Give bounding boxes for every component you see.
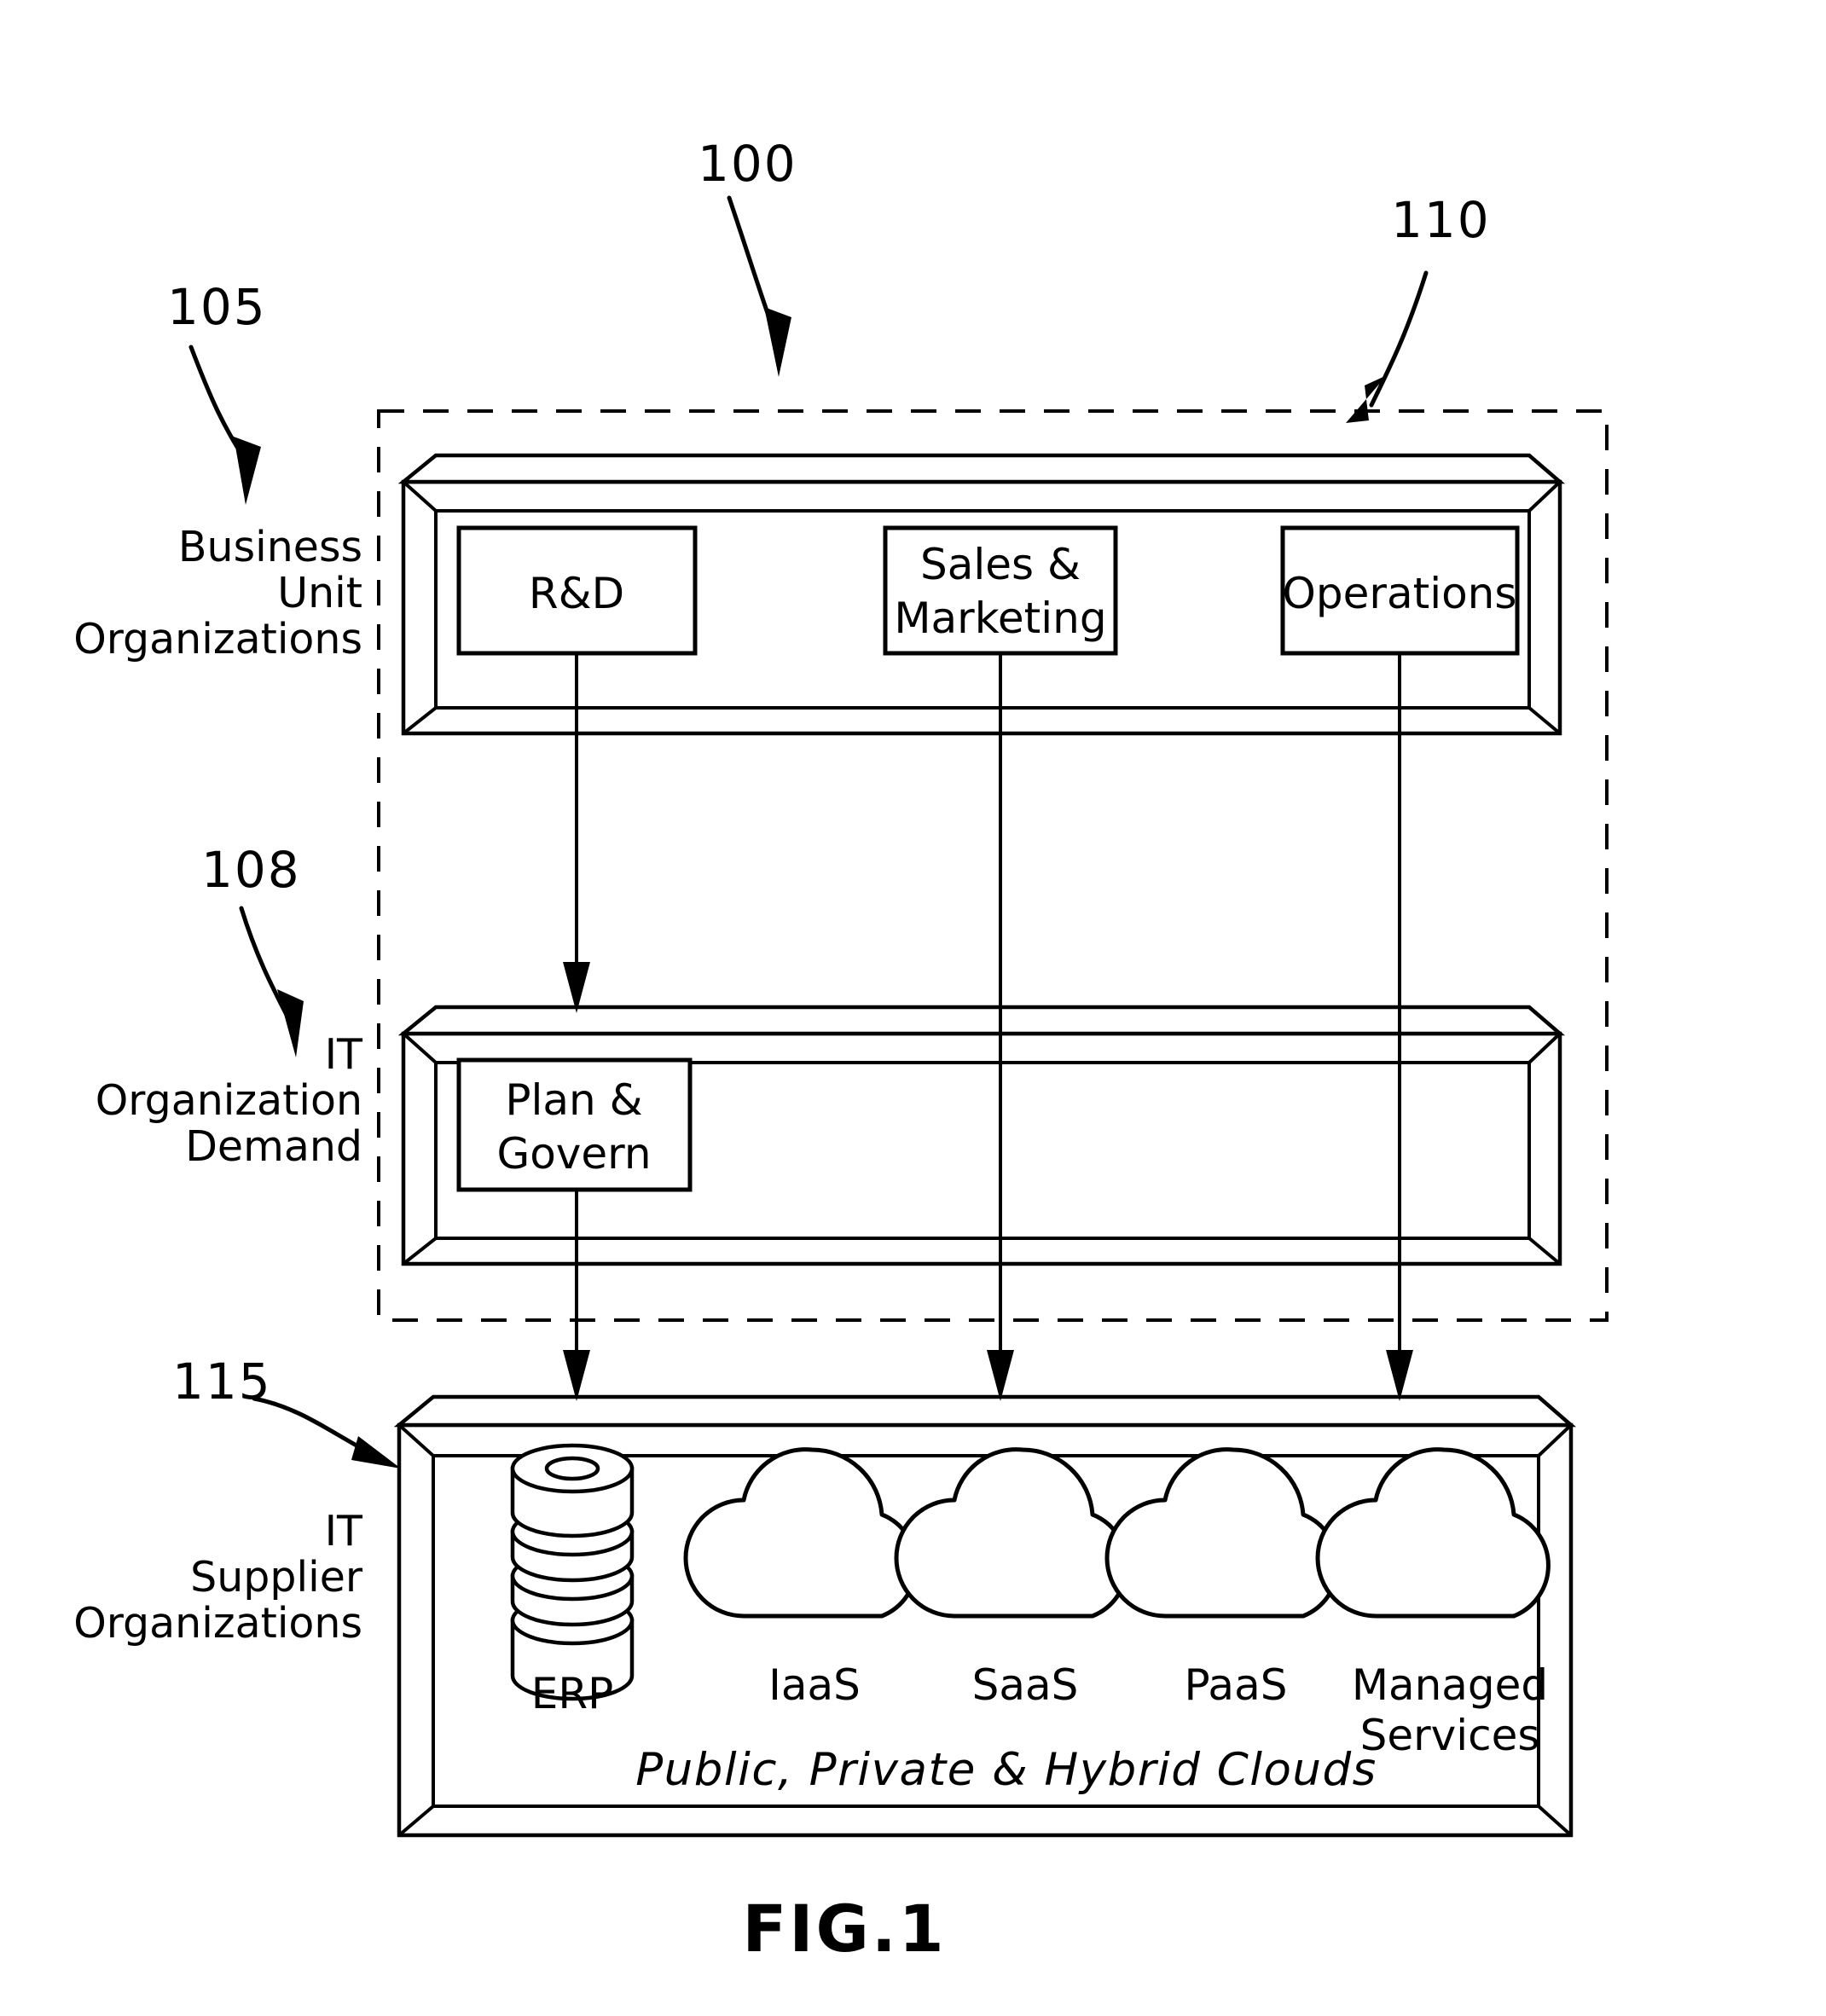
connector-plan-arrowhead [563, 1350, 590, 1401]
leader-arrowhead-100 [764, 307, 791, 377]
box-rd-label: R&D [529, 569, 624, 618]
bu-slab-top-bevel [397, 453, 1566, 484]
box-plan-govern[interactable]: Plan & Govern [456, 1057, 693, 1192]
node-label-erp: ERP [531, 1669, 613, 1718]
reference-numeral-110: 110 [1391, 191, 1491, 249]
node-label-iaas: IaaS [768, 1660, 861, 1710]
database-icon [510, 1443, 635, 1701]
side-label-business-unit-line2: Unit [277, 569, 362, 617]
box-plan-govern-label-line1: Plan & [505, 1075, 642, 1125]
node-label-managed-services-line1: Managed [1352, 1660, 1548, 1710]
side-label-business-unit: Business Unit Organizations [73, 523, 362, 663]
connector-operations-arrowhead [1386, 1350, 1413, 1401]
node-label-paas: PaaS [1185, 1660, 1288, 1710]
database-center-hole [544, 1456, 600, 1481]
box-sales-marketing[interactable]: Sales & Marketing [883, 525, 1118, 656]
side-label-it-supplier-line2: Supplier [190, 1553, 363, 1602]
reference-108-group: 108 [201, 841, 304, 1057]
reference-105-group: 105 [167, 278, 267, 505]
figure-caption: FIG.1 [742, 1891, 946, 1967]
box-sales-marketing-label-line2: Marketing [894, 594, 1106, 643]
side-label-it-demand: IT Organization Demand [96, 1030, 363, 1171]
side-label-it-supplier: IT Supplier Organizations [73, 1507, 363, 1648]
node-label-saas: SaaS [972, 1660, 1079, 1710]
box-rd[interactable]: R&D [456, 525, 698, 656]
box-operations[interactable]: Operations [1280, 525, 1520, 656]
patent-figure: 100 110 105 108 115 R&D Sales & Marketin… [0, 0, 1826, 2016]
reference-110-group: 110 [1346, 191, 1491, 423]
figure-canvas: 100 110 105 108 115 R&D Sales & Marketin… [73, 135, 1609, 1967]
leader-line-110 [1369, 270, 1429, 408]
side-label-it-demand-line2: Organization [96, 1076, 362, 1125]
side-label-it-supplier-line1: IT [325, 1507, 363, 1555]
box-sales-marketing-label-line1: Sales & [920, 540, 1081, 589]
box-operations-label: Operations [1283, 569, 1517, 618]
its-slab-top-bevel [393, 1394, 1577, 1428]
side-label-it-supplier-line3: Organizations [73, 1599, 362, 1648]
box-plan-govern-label-line2: Govern [496, 1129, 651, 1179]
reference-115-group: 115 [172, 1353, 401, 1469]
leader-arrowhead-115 [351, 1436, 401, 1469]
node-label-managed-services-line2: Services [1360, 1711, 1540, 1760]
leader-arrowhead-105 [234, 437, 261, 505]
side-label-business-unit-line1: Business [178, 523, 362, 571]
side-label-it-demand-line3: Demand [185, 1122, 362, 1171]
connector-sales-arrowhead [987, 1350, 1014, 1401]
cloud-types-caption: Public, Private & Hybrid Clouds [635, 1744, 1377, 1796]
reference-numeral-115: 115 [172, 1353, 272, 1411]
reference-100-group: 100 [698, 135, 797, 377]
side-label-it-demand-line1: IT [325, 1030, 363, 1079]
reference-numeral-105: 105 [167, 278, 267, 336]
reference-numeral-108: 108 [201, 841, 301, 899]
leader-arrowhead-108 [277, 989, 304, 1057]
reference-numeral-100: 100 [698, 135, 797, 193]
side-label-business-unit-line3: Organizations [73, 615, 362, 663]
